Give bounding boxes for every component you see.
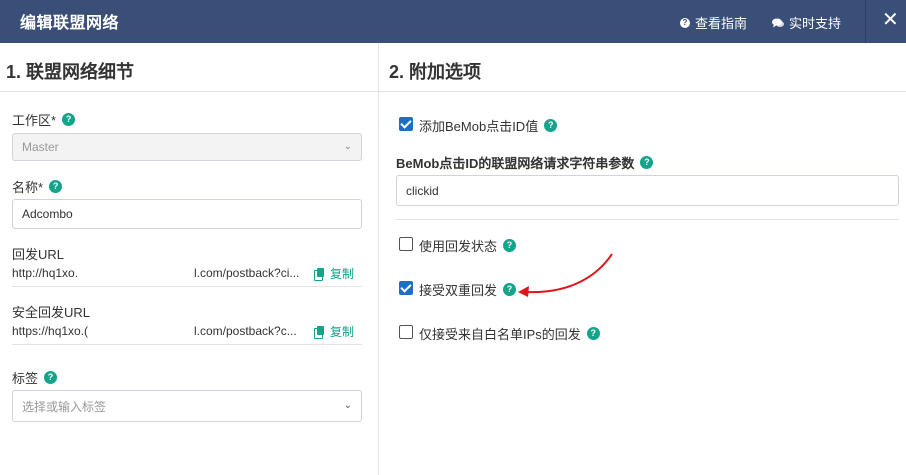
help-guide-label: 查看指南 [695,16,748,31]
secure-postback-url-start: https://hq1xo.( [12,324,89,338]
help-icon[interactable]: ? [62,113,76,126]
secure-postback-url-field[interactable]: https://hq1xo.( l.com/postback?c... 复制 [12,321,362,345]
use-postback-status-text: 使用回发状态 [419,239,498,254]
workspace-select: Master ⌄ [12,133,362,161]
chevron-down-icon: ⌄ [343,399,352,411]
help-icon[interactable]: ? [586,327,600,340]
help-icon[interactable]: ? [49,180,63,193]
secure-postback-url-end: l.com/postback?c... [194,324,297,338]
options-divider [396,219,899,220]
redacted-area [104,321,194,343]
help-icon[interactable]: ? [44,371,58,384]
copy-label: 复制 [330,267,355,281]
use-postback-status-checkbox[interactable] [399,237,413,251]
chat-icon [772,18,784,27]
workspace-select-value: Master [22,140,59,154]
modal-title: 编辑联盟网络 [20,15,120,32]
param-label: BeMob点击ID的联盟网络请求字符串参数 ? [396,153,654,172]
accept-duplicate-label: 接受双重回发 ? [419,280,517,299]
modal-header: 编辑联盟网络 ? 查看指南 实时支持 ✕ [0,0,906,43]
postback-url-label: 回发URL [12,244,64,263]
help-icon[interactable]: ? [544,119,558,132]
tags-label-text: 标签 [12,371,39,386]
tags-select[interactable]: 选择或输入标签 ⌄ [12,390,362,422]
whitelist-only-text: 仅接受来自白名单IPs的回发 [419,327,581,342]
copy-label: 复制 [330,325,355,339]
question-circle-icon: ? [680,17,690,28]
live-support-link[interactable]: 实时支持 [772,13,841,32]
secure-postback-url-label: 安全回发URL [12,302,90,321]
postback-url-field[interactable]: http://hq1xo. l.com/postback?ci... 复制 [12,263,362,287]
help-guide-link[interactable]: ? 查看指南 [680,13,747,32]
section-divider-right [379,91,906,92]
header-divider [865,0,866,43]
workspace-label-text: 工作区* [12,113,57,128]
add-click-id-checkbox[interactable] [399,117,413,131]
close-icon[interactable]: ✕ [882,9,899,31]
section-title-details: 1. 联盟网络细节 [6,62,135,82]
name-input[interactable]: Adcombo [12,199,362,229]
use-postback-status-label: 使用回发状态 ? [419,236,517,255]
column-divider [378,43,379,475]
accept-duplicate-checkbox[interactable] [399,281,413,295]
postback-url-label-text: 回发URL [12,247,65,262]
param-label-text: BeMob点击ID的联盟网络请求字符串参数 [396,156,635,171]
add-click-id-label: 添加BeMob点击ID值 ? [419,116,558,135]
name-label-text: 名称* [12,180,44,195]
postback-url-end: l.com/postback?ci... [194,266,300,280]
param-input[interactable]: clickid [396,175,899,206]
section-title-options: 2. 附加选项 [389,62,482,82]
section-divider-left [0,91,378,92]
secure-postback-url-label-text: 安全回发URL [12,305,91,320]
param-input-value: clickid [406,183,439,198]
whitelist-only-checkbox[interactable] [399,325,413,339]
chevron-down-icon: ⌄ [343,140,352,152]
copy-postback-button[interactable]: 复制 [314,265,354,282]
annotation-arrow-icon [518,253,613,297]
whitelist-only-label: 仅接受来自白名单IPs的回发 ? [419,324,600,343]
redacted-area [102,263,192,285]
help-icon[interactable]: ? [640,156,654,169]
tags-label: 标签 ? [12,368,58,387]
copy-secure-postback-button[interactable]: 复制 [314,323,354,340]
accept-duplicate-text: 接受双重回发 [419,283,498,298]
tags-select-placeholder: 选择或输入标签 [22,399,107,414]
live-support-label: 实时支持 [789,16,842,31]
copy-icon [314,267,325,281]
add-click-id-text: 添加BeMob点击ID值 [419,119,539,134]
name-input-value: Adcombo [22,207,73,221]
copy-icon [314,325,325,339]
name-label: 名称* ? [12,177,63,196]
workspace-label: 工作区* ? [12,110,76,129]
postback-url-start: http://hq1xo. [12,266,79,280]
